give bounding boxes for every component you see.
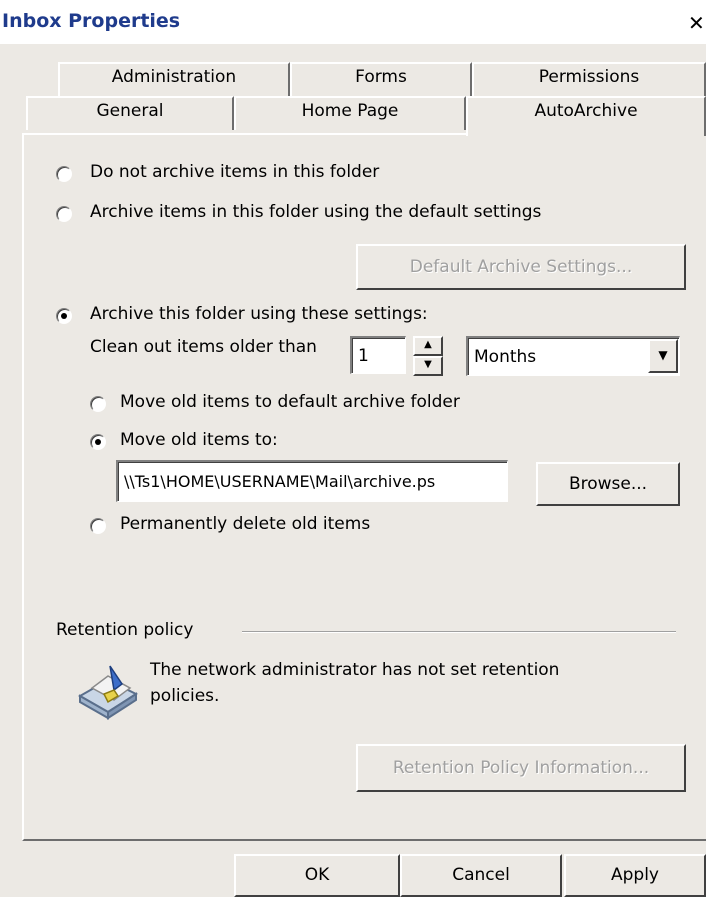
label-archive-custom: Archive this folder using these settings…	[90, 304, 428, 324]
window-title: Inbox Properties	[2, 10, 181, 32]
radio-move-default[interactable]	[90, 396, 106, 412]
apply-button[interactable]: Apply	[564, 854, 706, 897]
radio-do-not-archive[interactable]	[56, 166, 72, 182]
radio-move-to[interactable]	[90, 434, 106, 450]
label-move-default: Move old items to default archive folder	[120, 392, 460, 412]
title-bar: Inbox Properties ✕	[0, 0, 706, 44]
age-value: 1	[358, 346, 369, 366]
ok-button[interactable]: OK	[234, 854, 400, 897]
retention-message-line2: policies.	[150, 686, 220, 706]
tab-home-page[interactable]: Home Page	[234, 96, 466, 130]
spin-down-button[interactable]: ▼	[413, 356, 443, 376]
retention-policy-icon	[74, 662, 142, 722]
age-unit-select[interactable]: Months ▼	[466, 336, 680, 376]
retention-heading: Retention policy	[56, 620, 194, 640]
arrow-up-icon: ▲	[424, 339, 432, 350]
close-icon[interactable]: ✕	[688, 12, 706, 34]
retention-divider	[242, 631, 676, 633]
age-unit-value: Months	[474, 347, 537, 367]
age-input[interactable]: 1	[350, 336, 406, 374]
arrow-down-icon: ▼	[424, 359, 432, 370]
radio-archive-custom[interactable]	[56, 308, 72, 324]
radio-archive-default[interactable]	[56, 206, 72, 222]
browse-button[interactable]: Browse...	[536, 462, 680, 506]
tab-general[interactable]: General	[26, 96, 234, 130]
archive-path-input[interactable]: \\Ts1\HOME\USERNAME\Mail\archive.ps	[116, 460, 508, 502]
clean-out-label: Clean out items older than	[90, 337, 317, 357]
archive-path-value: \\Ts1\HOME\USERNAME\Mail\archive.ps	[124, 472, 436, 491]
retention-policy-info-button[interactable]: Retention Policy Information...	[356, 744, 686, 792]
label-permanently-delete: Permanently delete old items	[120, 514, 371, 534]
spin-up-button[interactable]: ▲	[413, 336, 443, 356]
dropdown-button[interactable]: ▼	[648, 339, 678, 373]
chevron-down-icon: ▼	[658, 348, 668, 362]
label-move-to: Move old items to:	[120, 430, 278, 450]
label-do-not-archive: Do not archive items in this folder	[90, 162, 380, 182]
tab-permissions[interactable]: Permissions	[472, 62, 706, 96]
tab-administration[interactable]: Administration	[58, 62, 290, 96]
radio-permanently-delete[interactable]	[90, 518, 106, 534]
default-archive-settings-button[interactable]: Default Archive Settings...	[356, 244, 686, 290]
tab-forms[interactable]: Forms	[290, 62, 472, 96]
retention-message-line1: The network administrator has not set re…	[150, 660, 560, 680]
label-archive-default: Archive items in this folder using the d…	[90, 202, 542, 222]
cancel-button[interactable]: Cancel	[400, 854, 562, 897]
tab-autoarchive[interactable]: AutoArchive	[466, 96, 706, 136]
